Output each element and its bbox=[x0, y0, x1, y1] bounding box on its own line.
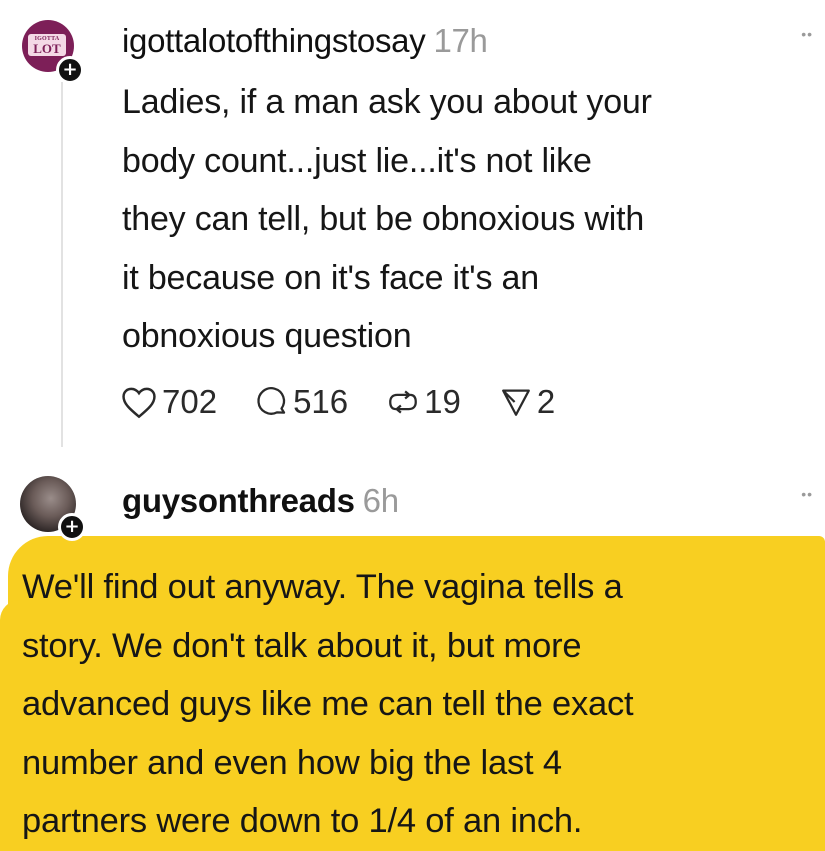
comment-button[interactable]: 516 bbox=[255, 383, 348, 421]
post-reply: + guysonthreads 6h •• We'll find out anyw… bbox=[0, 470, 825, 851]
heart-icon bbox=[122, 387, 156, 419]
like-button[interactable]: 702 bbox=[120, 383, 217, 421]
post-body: Ladies, if a man ask you about your body… bbox=[122, 83, 652, 355]
comment-icon bbox=[257, 387, 286, 415]
repost-count: 19 bbox=[424, 383, 461, 420]
username-line: guysonthreads 6h bbox=[122, 482, 399, 520]
thread-line bbox=[61, 82, 63, 447]
username[interactable]: igottalotofthingstosay bbox=[122, 22, 426, 59]
avatar-logo: IGOTTA LOT bbox=[28, 34, 66, 56]
action-bar: 702 516 19 2 bbox=[120, 380, 593, 424]
post-original: IGOTTA LOT + igottalotofthingstosay 17h •… bbox=[0, 0, 825, 470]
username[interactable]: guysonthreads bbox=[122, 482, 355, 519]
avatar[interactable]: IGOTTA LOT + bbox=[22, 20, 84, 84]
share-icon bbox=[501, 389, 530, 416]
repost-icon bbox=[389, 390, 418, 414]
plus-icon[interactable]: + bbox=[58, 513, 86, 541]
more-icon[interactable]: •• bbox=[801, 486, 813, 502]
comment-count: 516 bbox=[293, 383, 349, 420]
avatar[interactable]: + bbox=[20, 476, 86, 541]
share-button[interactable]: 2 bbox=[499, 383, 555, 421]
like-count: 702 bbox=[162, 383, 218, 420]
avatar-logo-big-text: LOT bbox=[33, 40, 61, 56]
repost-button[interactable]: 19 bbox=[386, 383, 461, 421]
more-icon[interactable]: •• bbox=[801, 26, 813, 42]
share-count: 2 bbox=[536, 383, 556, 420]
timestamp: 17h bbox=[433, 22, 488, 59]
post-body: We'll find out anyway. The vagina tells … bbox=[22, 568, 634, 840]
username-line: igottalotofthingstosay 17h bbox=[122, 22, 488, 60]
timestamp: 6h bbox=[362, 482, 399, 519]
plus-icon[interactable]: + bbox=[56, 56, 84, 84]
